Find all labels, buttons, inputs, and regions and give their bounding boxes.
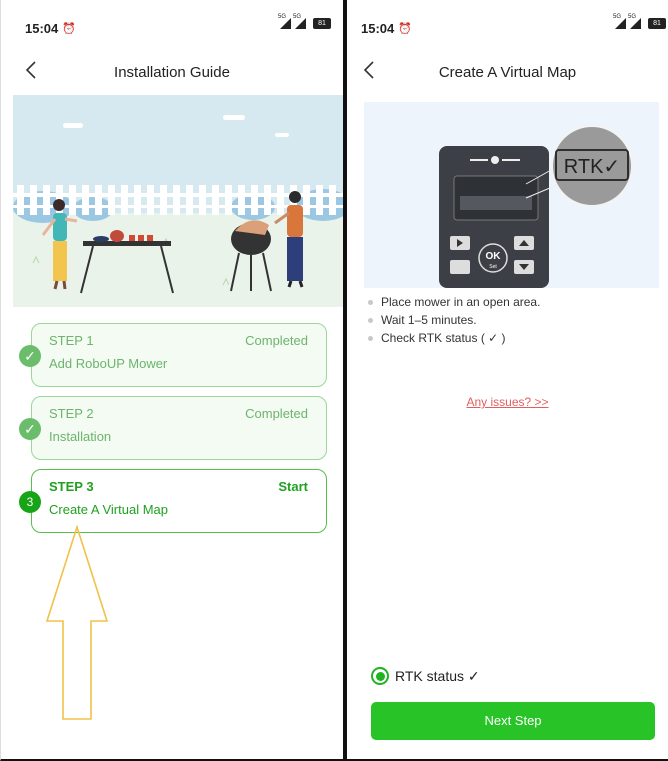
step-start-link[interactable]: Start [278,479,308,494]
rtk-indicator-label: RTK✓ [564,156,620,178]
radio-selected-icon [371,667,389,685]
step-name: Installation [49,429,112,444]
alarm-icon: ⏰ [62,23,76,35]
up-arrow-annotation-icon [45,525,109,720]
signal-icon: 5G [613,14,626,29]
step-status: Completed [245,406,308,421]
signal-icon: 5G [293,14,306,29]
instruction-item: Place mower in an open area. [367,295,540,313]
step-status: Completed [245,333,308,348]
battery-icon: 81 [648,18,666,29]
nav-bar: Installation Guide [1,58,343,92]
signal-indicators: 5G 5G 81 [278,14,331,29]
installation-guide-screen: 15:04 ⏰ 5G 5G 81 Installation Guide ✓ ST… [0,0,345,761]
step-card-3[interactable]: 3 STEP 3 Start Create A Virtual Map [19,469,327,533]
step-name: Add RoboUP Mower [49,356,168,371]
step-label: STEP 2 [49,406,94,421]
instruction-item: Wait 1–5 minutes. [367,313,540,331]
next-step-button[interactable]: Next Step [371,702,655,740]
step-name: Create A Virtual Map [49,502,168,517]
nav-bar: Create A Virtual Map [347,58,668,92]
step-card-2[interactable]: ✓ STEP 2 Completed Installation [19,396,327,460]
page-title: Create A Virtual Map [438,64,577,81]
check-icon: ✓ [19,345,41,367]
set-key-label: Set [489,264,497,270]
page-title: Installation Guide [114,64,230,81]
step-label: STEP 3 [49,479,94,494]
rtk-status-label: RTK status ✓ [395,667,480,684]
any-issues-link[interactable]: Any issues? >> [347,395,668,409]
signal-icon: 5G [628,14,641,29]
step-label: STEP 1 [49,333,94,348]
device-panel-graphic: OK Set RTK✓ [439,125,633,288]
status-bar: 15:04 ⏰ 5G 5G 81 [1,0,343,58]
alarm-icon: ⏰ [398,23,412,35]
step-card-1[interactable]: ✓ STEP 1 Completed Add RoboUP Mower [19,323,327,387]
battery-icon: 81 [313,18,331,29]
status-time: 15:04 ⏰ [361,21,412,36]
signal-icon: 5G [278,14,291,29]
rtk-status-radio[interactable]: RTK status ✓ [371,667,480,685]
check-icon: ✓ [19,418,41,440]
ok-key-label: OK [486,251,502,262]
status-time: 15:04 ⏰ [25,21,76,36]
create-virtual-map-screen: 15:04 ⏰ 5G 5G 81 Create A Virtual Map OK … [347,0,668,761]
instruction-list: Place mower in an open area. Wait 1–5 mi… [367,295,540,349]
instruction-item: Check RTK status ( ✓ ) [367,331,540,349]
signal-indicators: 5G 5G 81 [613,14,666,29]
backyard-bbq-illustration [13,95,343,307]
step-number-badge: 3 [19,491,41,513]
status-bar: 15:04 ⏰ 5G 5G 81 [347,0,668,58]
rtk-device-illustration: OK Set RTK✓ [364,102,659,288]
